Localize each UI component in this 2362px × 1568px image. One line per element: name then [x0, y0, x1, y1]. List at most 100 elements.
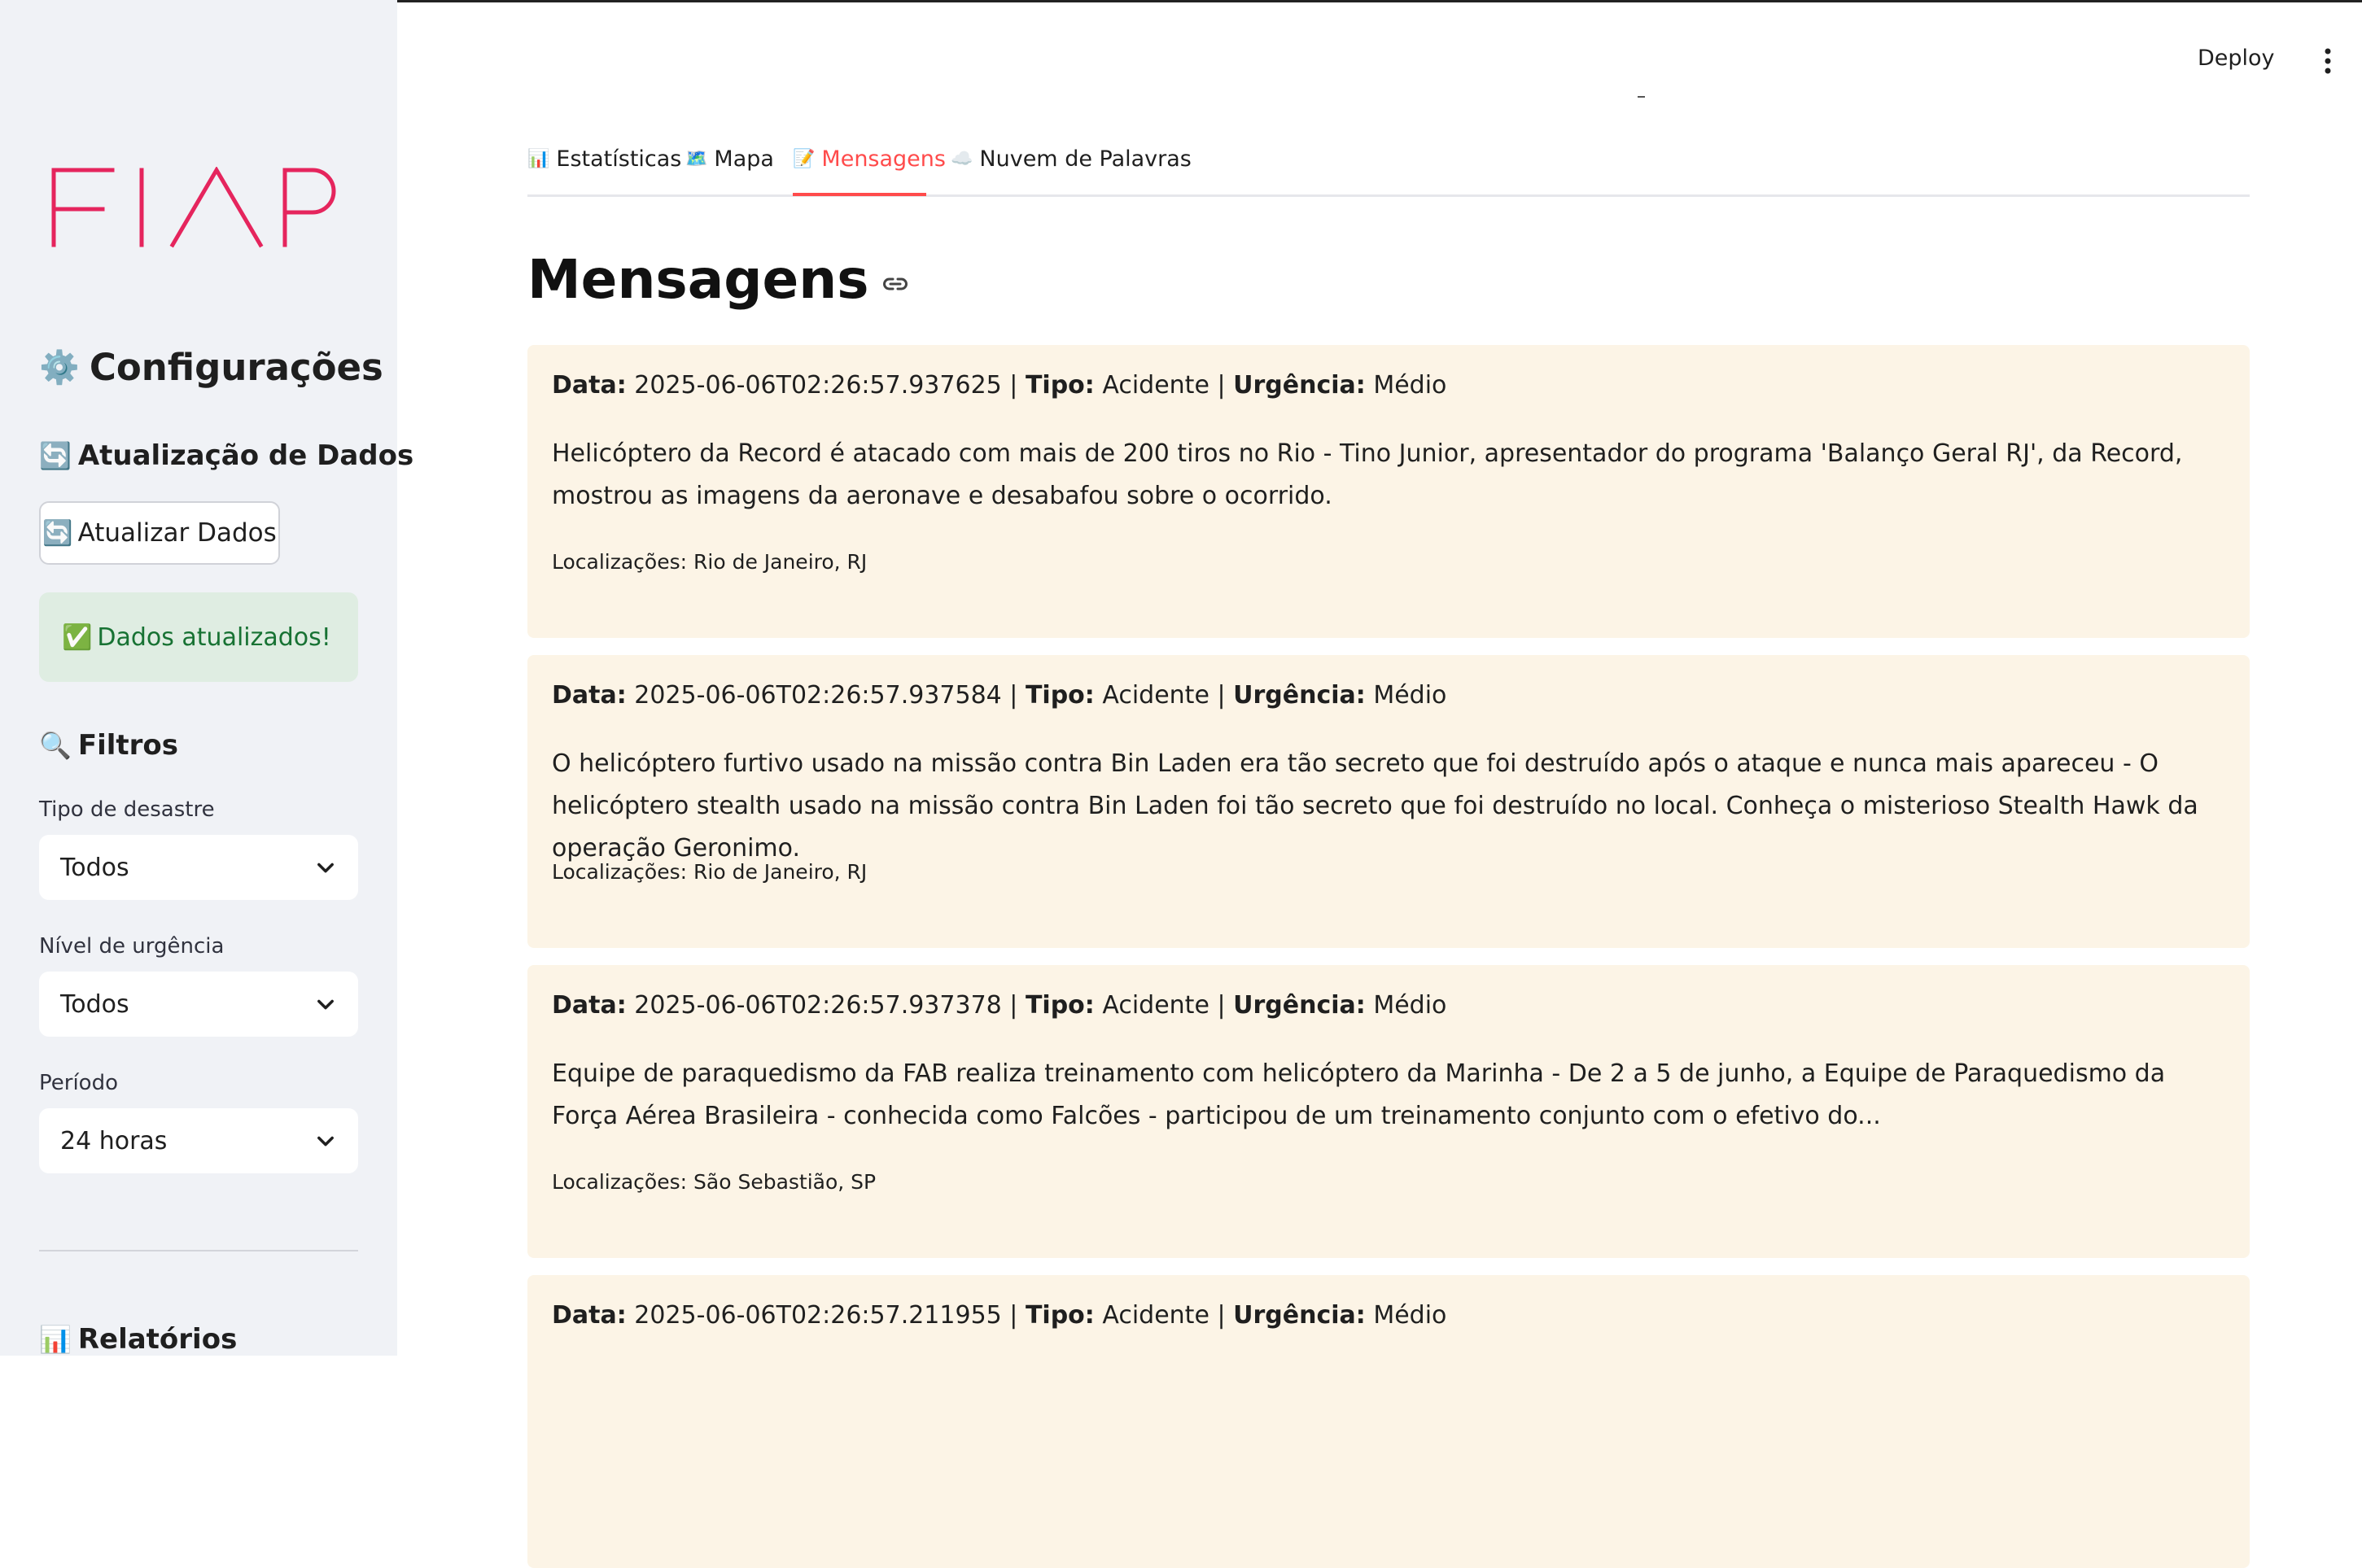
- success-alert-text: Dados atualizados!: [97, 622, 331, 652]
- message-type: Acidente: [1102, 1301, 1209, 1330]
- separator: |: [1009, 1301, 1018, 1330]
- tab-label: Mensagens: [821, 146, 946, 172]
- locations-label: Localizações:: [552, 860, 688, 884]
- map-icon: 🗺️: [685, 149, 708, 169]
- reports-title: Relatórios: [77, 1323, 238, 1356]
- tab-bar: 📊 Estatísticas 🗺️ Mapa 📝 Mensagens ☁️ Nu…: [527, 143, 2250, 197]
- separator: |: [1009, 681, 1018, 710]
- locations-value: São Sebastião, SP: [693, 1170, 877, 1194]
- fiap-logo: [50, 166, 345, 251]
- message-type: Acidente: [1102, 991, 1209, 1020]
- message-meta: Data: 2025-06-06T02:26:57.211955 | Tipo:…: [552, 1301, 1446, 1330]
- decorative-dash: [1638, 96, 1645, 98]
- filter-label-period: Período: [39, 1071, 118, 1095]
- date-label: Data:: [552, 681, 627, 710]
- urgency-label: Urgência:: [1233, 1301, 1366, 1330]
- chevron-down-icon: [317, 863, 334, 873]
- refresh-icon: 🔄: [39, 440, 72, 471]
- tab-estatisticas[interactable]: 📊 Estatísticas: [527, 146, 681, 172]
- message-urgency: Médio: [1373, 991, 1447, 1020]
- separator: |: [1009, 371, 1018, 400]
- sidebar-title-text: Configurações: [89, 346, 383, 389]
- bar-chart-icon: 📊: [39, 1324, 72, 1355]
- message-urgency: Médio: [1373, 681, 1447, 710]
- sidebar-title: ⚙️ Configurações: [39, 346, 383, 389]
- locations-label: Localizações:: [552, 1170, 688, 1194]
- message-text: Helicóptero da Record é atacado com mais…: [552, 439, 2183, 510]
- deploy-button[interactable]: Deploy: [2198, 46, 2275, 71]
- filters-heading: 🔍 Filtros: [39, 729, 178, 762]
- filters-title: Filtros: [77, 729, 178, 762]
- separator: |: [1217, 681, 1226, 710]
- period-select[interactable]: 24 horas: [39, 1108, 358, 1173]
- separator: |: [1217, 371, 1226, 400]
- search-icon: 🔍: [39, 730, 72, 761]
- locations-label: Localizações:: [552, 550, 688, 574]
- sidebar-divider: [39, 1250, 358, 1251]
- filter-label-disaster-type: Tipo de desastre: [39, 797, 215, 822]
- page-title-text: Mensagens: [527, 248, 869, 311]
- message-type: Acidente: [1102, 371, 1209, 400]
- type-label: Tipo:: [1025, 681, 1095, 710]
- message-card: Data: 2025-06-06T02:26:57.937584 | Tipo:…: [527, 655, 2250, 948]
- urgency-label: Urgência:: [1233, 681, 1366, 710]
- message-date: 2025-06-06T02:26:57.937584: [634, 681, 1002, 710]
- type-label: Tipo:: [1025, 371, 1095, 400]
- type-label: Tipo:: [1025, 1301, 1095, 1330]
- tab-nuvem-de-palavras[interactable]: ☁️ Nuvem de Palavras: [951, 146, 1192, 172]
- message-locations: Localizações: Rio de Janeiro, RJ: [552, 860, 867, 884]
- locations-value: Rio de Janeiro, RJ: [693, 860, 868, 884]
- message-date: 2025-06-06T02:26:57.937378: [634, 991, 1002, 1020]
- message-card: Data: 2025-06-06T02:26:57.937378 | Tipo:…: [527, 965, 2250, 1258]
- chevron-down-icon: [317, 999, 334, 1010]
- cloud-icon: ☁️: [951, 149, 973, 169]
- message-type: Acidente: [1102, 681, 1209, 710]
- separator: |: [1217, 991, 1226, 1020]
- message-date: 2025-06-06T02:26:57.211955: [634, 1301, 1002, 1330]
- disaster-type-value: Todos: [60, 853, 129, 882]
- message-urgency: Médio: [1373, 371, 1447, 400]
- urgency-label: Urgência:: [1233, 991, 1366, 1020]
- kebab-menu-icon[interactable]: [2318, 47, 2338, 75]
- check-icon: ✅: [62, 622, 93, 652]
- page-title: Mensagens: [527, 248, 910, 311]
- message-urgency: Médio: [1373, 1301, 1447, 1330]
- message-date: 2025-06-06T02:26:57.937625: [634, 371, 1002, 400]
- tab-mensagens[interactable]: 📝 Mensagens: [793, 146, 946, 172]
- message-locations: Localizações: Rio de Janeiro, RJ: [552, 550, 867, 574]
- locations-value: Rio de Janeiro, RJ: [693, 550, 868, 574]
- message-meta: Data: 2025-06-06T02:26:57.937378 | Tipo:…: [552, 991, 1446, 1020]
- tab-label: Estatísticas: [556, 146, 682, 172]
- separator: |: [1009, 991, 1018, 1020]
- message-locations: Localizações: São Sebastião, SP: [552, 1170, 876, 1194]
- refresh-data-button[interactable]: 🔄 Atualizar Dados: [39, 501, 280, 565]
- message-card: Data: 2025-06-06T02:26:57.211955 | Tipo:…: [527, 1275, 2250, 1568]
- date-label: Data:: [552, 1301, 627, 1330]
- filter-label-urgency: Nível de urgência: [39, 934, 225, 959]
- tab-mapa[interactable]: 🗺️ Mapa: [685, 146, 774, 172]
- urgency-select[interactable]: Todos: [39, 972, 358, 1037]
- separator: |: [1217, 1301, 1226, 1330]
- date-label: Data:: [552, 991, 627, 1020]
- urgency-label: Urgência:: [1233, 371, 1366, 400]
- message-card: Data: 2025-06-06T02:26:57.937625 | Tipo:…: [527, 345, 2250, 638]
- urgency-value: Todos: [60, 989, 129, 1019]
- success-alert: ✅ Dados atualizados!: [39, 592, 358, 682]
- memo-icon: 📝: [793, 149, 816, 169]
- disaster-type-select[interactable]: Todos: [39, 835, 358, 900]
- sidebar: ⚙️ Configurações 🔄 Atualização de Dados …: [0, 0, 413, 1356]
- date-label: Data:: [552, 371, 627, 400]
- reports-heading: 📊 Relatórios: [39, 1323, 237, 1356]
- period-value: 24 horas: [60, 1126, 168, 1155]
- message-meta: Data: 2025-06-06T02:26:57.937625 | Tipo:…: [552, 371, 1446, 400]
- tab-label: Mapa: [714, 146, 774, 172]
- gear-icon: ⚙️: [39, 349, 80, 387]
- message-meta: Data: 2025-06-06T02:26:57.937584 | Tipo:…: [552, 681, 1446, 710]
- chevron-down-icon: [317, 1136, 334, 1147]
- refresh-icon: 🔄: [42, 518, 73, 548]
- update-section-heading: 🔄 Atualização de Dados: [39, 439, 413, 472]
- link-icon[interactable]: [881, 269, 910, 299]
- type-label: Tipo:: [1025, 991, 1095, 1020]
- refresh-button-label: Atualizar Dados: [77, 518, 277, 548]
- active-tab-indicator: [793, 193, 926, 196]
